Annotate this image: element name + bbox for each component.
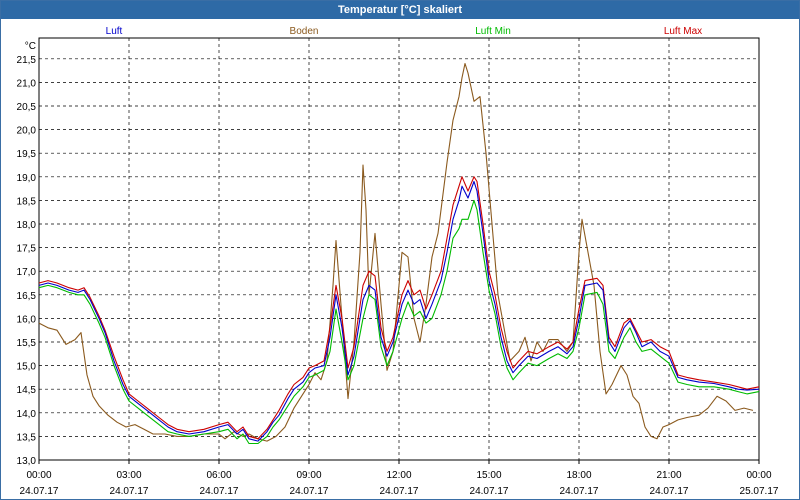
x-tick-time-label: 09:00 [296, 470, 321, 481]
y-tick-label: 21,5 [17, 55, 37, 66]
x-tick-date-label: 24.07.17 [380, 486, 419, 497]
x-tick-date-label: 24.07.17 [110, 486, 149, 497]
y-tick-label: 15,5 [17, 338, 37, 349]
y-tick-label: 18,0 [17, 220, 37, 231]
x-tick-time-label: 00:00 [26, 470, 51, 481]
x-tick-time-label: 03:00 [116, 470, 141, 481]
y-tick-label: 13,5 [17, 432, 37, 443]
x-tick-time-label: 21:00 [656, 470, 681, 481]
x-tick-time-label: 06:00 [206, 470, 231, 481]
y-tick-label: 16,5 [17, 291, 37, 302]
x-tick-time-label: 12:00 [386, 470, 411, 481]
y-tick-label: 19,5 [17, 149, 37, 160]
x-tick-time-label: 18:00 [566, 470, 591, 481]
y-tick-label: 19,0 [17, 173, 37, 184]
y-tick-label: 21,0 [17, 78, 37, 89]
y-tick-label: 17,0 [17, 267, 37, 278]
y-tick-label: 13,0 [17, 456, 37, 467]
chart-window: Temperatur [°C] skaliert 13,0 13,5 14,0 14,… [0, 0, 800, 500]
legend-entry: Luft Max [664, 26, 702, 37]
y-tick-label: 14,5 [17, 385, 37, 396]
x-tick-date-label: 24.07.17 [470, 486, 509, 497]
y-tick-label: 16,0 [17, 314, 37, 325]
legend-entry: Luft Min [475, 26, 511, 37]
y-axis-unit: °C [25, 41, 36, 52]
legend-entry: Boden [290, 26, 319, 37]
x-tick-date-label: 24.07.17 [650, 486, 689, 497]
x-tick-date-label: 24.07.17 [200, 486, 239, 497]
x-tick-date-label: 25.07.17 [740, 486, 779, 497]
x-tick-time-label: 15:00 [476, 470, 501, 481]
y-tick-label: 20,0 [17, 126, 37, 137]
x-tick-date-label: 24.07.17 [20, 486, 59, 497]
y-tick-label: 17,5 [17, 244, 37, 255]
x-tick-date-label: 24.07.17 [290, 486, 329, 497]
temperature-chart: 13,0 13,5 14,0 14,5 15,0 15,5 16,0 16,5 17,0 17,5… [17, 26, 779, 497]
x-tick-date-label: 24.07.17 [560, 486, 599, 497]
y-tick-label: 14,0 [17, 409, 37, 420]
x-tick-time-label: 00:00 [746, 470, 771, 481]
legend-entry: Luft [106, 26, 123, 37]
y-tick-label: 20,5 [17, 102, 37, 113]
y-tick-label: 18,5 [17, 196, 37, 207]
y-tick-label: 15,0 [17, 362, 37, 373]
